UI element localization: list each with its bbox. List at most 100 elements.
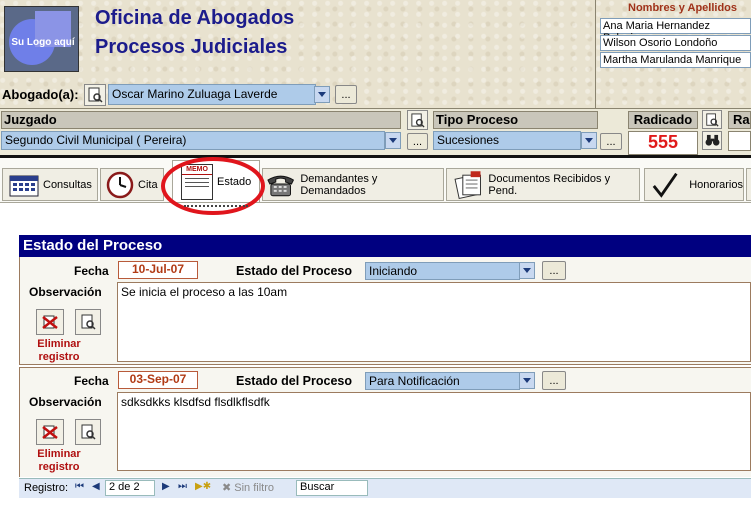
record-1-delete-button[interactable] — [36, 309, 64, 335]
name-row-1[interactable]: Ana Maria Hernandez Palacio — [600, 18, 751, 44]
app-subtitle: Procesos Judiciales — [95, 36, 288, 58]
record-1-estado-select[interactable]: Iniciando — [365, 262, 520, 280]
documents-icon — [454, 170, 481, 199]
record-2-delete-label-1: Eliminar — [37, 448, 81, 460]
record-1-more-button[interactable]: ... — [542, 261, 566, 280]
record-1-delete-label-1: Eliminar — [37, 338, 81, 350]
tipo-proceso-header: Tipo Proceso — [433, 111, 598, 129]
abogado-more-button[interactable]: ... — [335, 85, 357, 104]
app-title: Oficina de Abogados — [95, 7, 295, 29]
record-2-delete-label-2: registro — [38, 461, 80, 473]
record-2-delete-button[interactable] — [36, 419, 64, 445]
first-record-button[interactable]: ⏮ — [75, 481, 87, 495]
binoculars-icon — [705, 134, 719, 146]
record-1-observacion-field[interactable]: Se inicia el proceso a las 10am — [117, 282, 751, 362]
delete-record-icon — [42, 425, 58, 439]
record-1-view-button[interactable] — [75, 309, 101, 335]
last-record-button[interactable]: ⏭ — [178, 481, 190, 495]
document-search-icon — [81, 314, 96, 330]
checkmark-icon — [652, 172, 678, 198]
next-field-header: Ra — [728, 111, 751, 129]
record-2-fecha-label: Fecha — [74, 374, 109, 388]
juzgado-more-button[interactable]: ... — [407, 133, 428, 150]
tipo-proceso-dropdown-button[interactable] — [581, 132, 597, 149]
document-search-icon — [411, 112, 425, 128]
next-field-value[interactable] — [728, 131, 751, 151]
section-title: Estado del Proceso — [19, 235, 751, 257]
filter-label: Sin filtro — [234, 482, 275, 494]
next-field-label: Ra — [733, 112, 750, 127]
record-2-more-button[interactable]: ... — [542, 371, 566, 390]
record-1-fecha-value[interactable]: 10-Jul-07 — [118, 261, 198, 279]
tab-honorarios-label: Honorarios — [689, 178, 743, 191]
name-row-3[interactable]: Martha Marulanda Manrique — [600, 52, 751, 68]
record-2-observacion-field[interactable]: sdksdkks klsdfsd flsdlkflsdfk — [117, 392, 751, 471]
binoculars-button[interactable] — [702, 131, 722, 150]
name-row-2[interactable]: Wilson Osorio Londoño — [600, 35, 751, 51]
clock-icon — [106, 171, 134, 198]
record-2-estado-select[interactable]: Para Notificación — [365, 372, 520, 390]
document-search-icon — [706, 112, 719, 127]
chevron-down-icon — [523, 268, 531, 273]
tab-cita-label: Cita — [138, 178, 158, 191]
tipo-proceso-more-button[interactable]: ... — [600, 133, 622, 150]
radicado-header: Radicado — [628, 111, 698, 129]
chevron-down-icon — [318, 92, 326, 97]
tab-demandantes[interactable]: Demandantes y Demandados — [262, 168, 444, 201]
document-search-icon — [81, 424, 96, 440]
record-2-estado-dropdown-button[interactable] — [519, 372, 535, 389]
record-1-observacion-label: Observación — [29, 285, 102, 299]
tab-overflow[interactable] — [746, 168, 751, 201]
abogado-select[interactable]: Oscar Marino Zuluaga Laverde — [108, 84, 316, 105]
chevron-down-icon — [523, 378, 531, 383]
juzgado-dropdown-button[interactable] — [385, 132, 401, 149]
new-record-button[interactable]: ▶✱ — [195, 481, 211, 495]
record-2-estado-label: Estado del Proceso — [236, 374, 353, 388]
highlight-circle — [161, 157, 265, 215]
delete-record-icon — [42, 315, 58, 329]
next-record-button[interactable]: ▶ — [162, 481, 172, 495]
radicado-value[interactable]: 555 — [628, 131, 698, 155]
record-1-delete-label: Eliminar registro — [24, 338, 94, 364]
chevron-down-icon — [585, 138, 593, 143]
juzgado-select[interactable]: Segundo Civil Municipal ( Pereira) — [1, 131, 385, 150]
tab-documentos[interactable]: Documentos Recibidos y Pend. — [446, 168, 640, 201]
tab-demandantes-label: Demandantes y Demandados — [300, 172, 378, 197]
radicado-search-button[interactable] — [702, 110, 722, 129]
logo: Su Logo aquí — [4, 6, 79, 72]
document-search-icon — [88, 87, 103, 103]
record-position[interactable]: 2 de 2 — [105, 480, 155, 496]
abogado-label: Abogado(a): — [2, 87, 79, 102]
record-1-fecha-label: Fecha — [74, 264, 109, 278]
record-1-delete-label-2: registro — [38, 351, 80, 363]
logo-text: Su Logo aquí — [11, 37, 75, 48]
radicado-label: Radicado — [633, 112, 693, 127]
prev-record-button[interactable]: ◀ — [92, 481, 102, 495]
abogado-dropdown-button[interactable] — [314, 86, 330, 103]
calendar-icon — [9, 175, 39, 196]
search-input[interactable]: Buscar — [296, 480, 368, 496]
juzgado-search-button[interactable] — [407, 110, 428, 130]
juzgado-label: Juzgado — [4, 112, 57, 127]
abogado-search-button[interactable] — [84, 84, 106, 106]
navigator-label: Registro: — [24, 482, 69, 494]
tipo-proceso-label: Tipo Proceso — [436, 112, 519, 127]
tab-consultas[interactable]: Consultas — [2, 168, 98, 201]
record-1-estado-dropdown-button[interactable] — [519, 262, 535, 279]
tipo-proceso-select[interactable]: Sucesiones — [433, 131, 581, 150]
tab-documentos-label: Documentos Recibidos y Pend. — [488, 172, 611, 197]
record-2-delete-label: Eliminar registro — [24, 448, 94, 474]
filter-icon: ✖ — [222, 482, 232, 494]
tab-honorarios[interactable]: Honorarios — [644, 168, 744, 201]
tab-dotted-edge — [184, 205, 248, 207]
chevron-down-icon — [389, 138, 397, 143]
tab-cita[interactable]: Cita — [100, 168, 164, 201]
filter-button[interactable]: ✖ Sin filtro — [222, 481, 288, 497]
names-header: Nombres y Apellidos — [628, 2, 738, 14]
record-2-observacion-label: Observación — [29, 395, 102, 409]
tab-consultas-label: Consultas — [43, 178, 92, 191]
record-2-fecha-value[interactable]: 03-Sep-07 — [118, 371, 198, 389]
juzgado-header: Juzgado — [1, 111, 401, 129]
record-2-view-button[interactable] — [75, 419, 101, 445]
record-1-estado-label: Estado del Proceso — [236, 264, 353, 278]
